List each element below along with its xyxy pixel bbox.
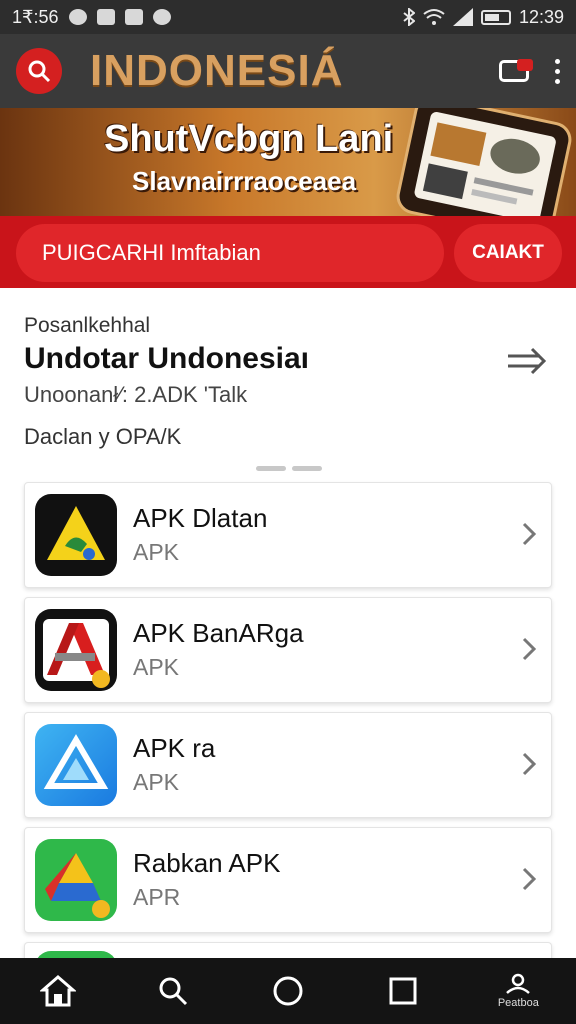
list-item[interactable]: APK BanARga APK (24, 597, 552, 703)
action-bar: PUIGCARHI Imftabian CAIAKT (0, 216, 576, 288)
chevron-right-icon (522, 867, 537, 891)
status-left: 1₹:56 (12, 7, 171, 28)
app-name: APK BanARga (133, 618, 304, 648)
list-item[interactable]: APK Dlatan APK (24, 482, 552, 588)
message-notification-icon (152, 9, 171, 25)
app-notification-icon (124, 9, 143, 25)
search-icon (159, 977, 187, 1006)
main-action-button[interactable]: PUIGCARHI Imftabian (16, 224, 444, 282)
notification-icon (68, 9, 87, 25)
chevron-right-icon (522, 637, 537, 661)
app-type: APK (133, 769, 180, 795)
app-type: APK (133, 654, 180, 680)
status-time-left: 1₹:56 (12, 6, 59, 27)
app-name: APK ra (133, 733, 216, 763)
app-title: INDONESIÁ (90, 46, 344, 95)
list-item[interactable]: Rabkan APK APR (24, 827, 552, 933)
circle-icon (273, 976, 303, 1006)
status-bar: 1₹:56 12:39 (0, 0, 576, 34)
phone-screen (413, 110, 557, 216)
drag-handle[interactable] (256, 466, 322, 471)
banner-title: ShutVcbgn Lani (104, 118, 394, 160)
arrow-right-icon[interactable] (504, 346, 548, 376)
nav-circle[interactable] (258, 964, 318, 1018)
app-type: APR (133, 884, 181, 910)
nav-profile[interactable]: Peatboa (488, 964, 548, 1018)
image-notification-icon (96, 9, 115, 25)
red-a-icon (35, 609, 117, 691)
status-right: 12:39 (403, 7, 564, 28)
promo-banner[interactable]: ShutVcbgn Lani Slavnairrraoceaea (0, 108, 576, 216)
profile-icon (506, 973, 531, 994)
app-bar-actions (499, 58, 560, 84)
info-detail-secondary: Daclan y OPA/K (24, 424, 182, 449)
info-detail: Unoonanł⁄: 2.ADK 'Talk (24, 382, 248, 407)
signal-icon (452, 8, 473, 26)
wifi-icon (423, 9, 445, 25)
chevron-right-icon (522, 752, 537, 776)
bottom-navigation: Peatboa (0, 958, 576, 1024)
nav-home[interactable] (28, 964, 88, 1018)
status-time-right: 12:39 (518, 6, 564, 27)
app-screen: 1₹:56 12:39 INDONESIÁ ShutVcbgn Lani Sla… (0, 0, 576, 1024)
info-title: Undotar Undonesiaı (24, 342, 310, 375)
yellow-triangle-icon (35, 494, 117, 576)
app-bar: INDONESIÁ (0, 34, 576, 108)
search-icon (28, 60, 51, 83)
banner-subtitle: Slavnairrraoceaea (132, 166, 357, 196)
nav-profile-label: Peatboa (497, 997, 539, 1009)
chevron-right-icon (522, 522, 537, 546)
battery-icon (480, 9, 511, 25)
search-button[interactable] (16, 48, 62, 94)
list-item[interactable]: APK ra APK (24, 712, 552, 818)
side-action-button[interactable]: CAIAKT (454, 224, 562, 282)
info-caption: Posanlkehhal (24, 314, 151, 337)
nav-search[interactable] (143, 964, 203, 1018)
app-name: Rabkan APK (133, 848, 281, 878)
cast-icon[interactable] (499, 59, 533, 82)
app-name: APK Dlatan (133, 503, 268, 533)
app-list: APK Dlatan APK APK BanARga APK APK ra AP… (24, 482, 552, 981)
green-drive-icon (35, 839, 117, 921)
phone-illustration (393, 108, 575, 216)
more-icon[interactable] (555, 58, 560, 84)
nav-square[interactable] (373, 964, 433, 1018)
blue-triangle-icon (35, 724, 117, 806)
square-icon (389, 977, 417, 1005)
app-type: APK (133, 539, 180, 565)
home-icon (39, 975, 76, 1007)
bluetooth-icon (403, 8, 415, 26)
